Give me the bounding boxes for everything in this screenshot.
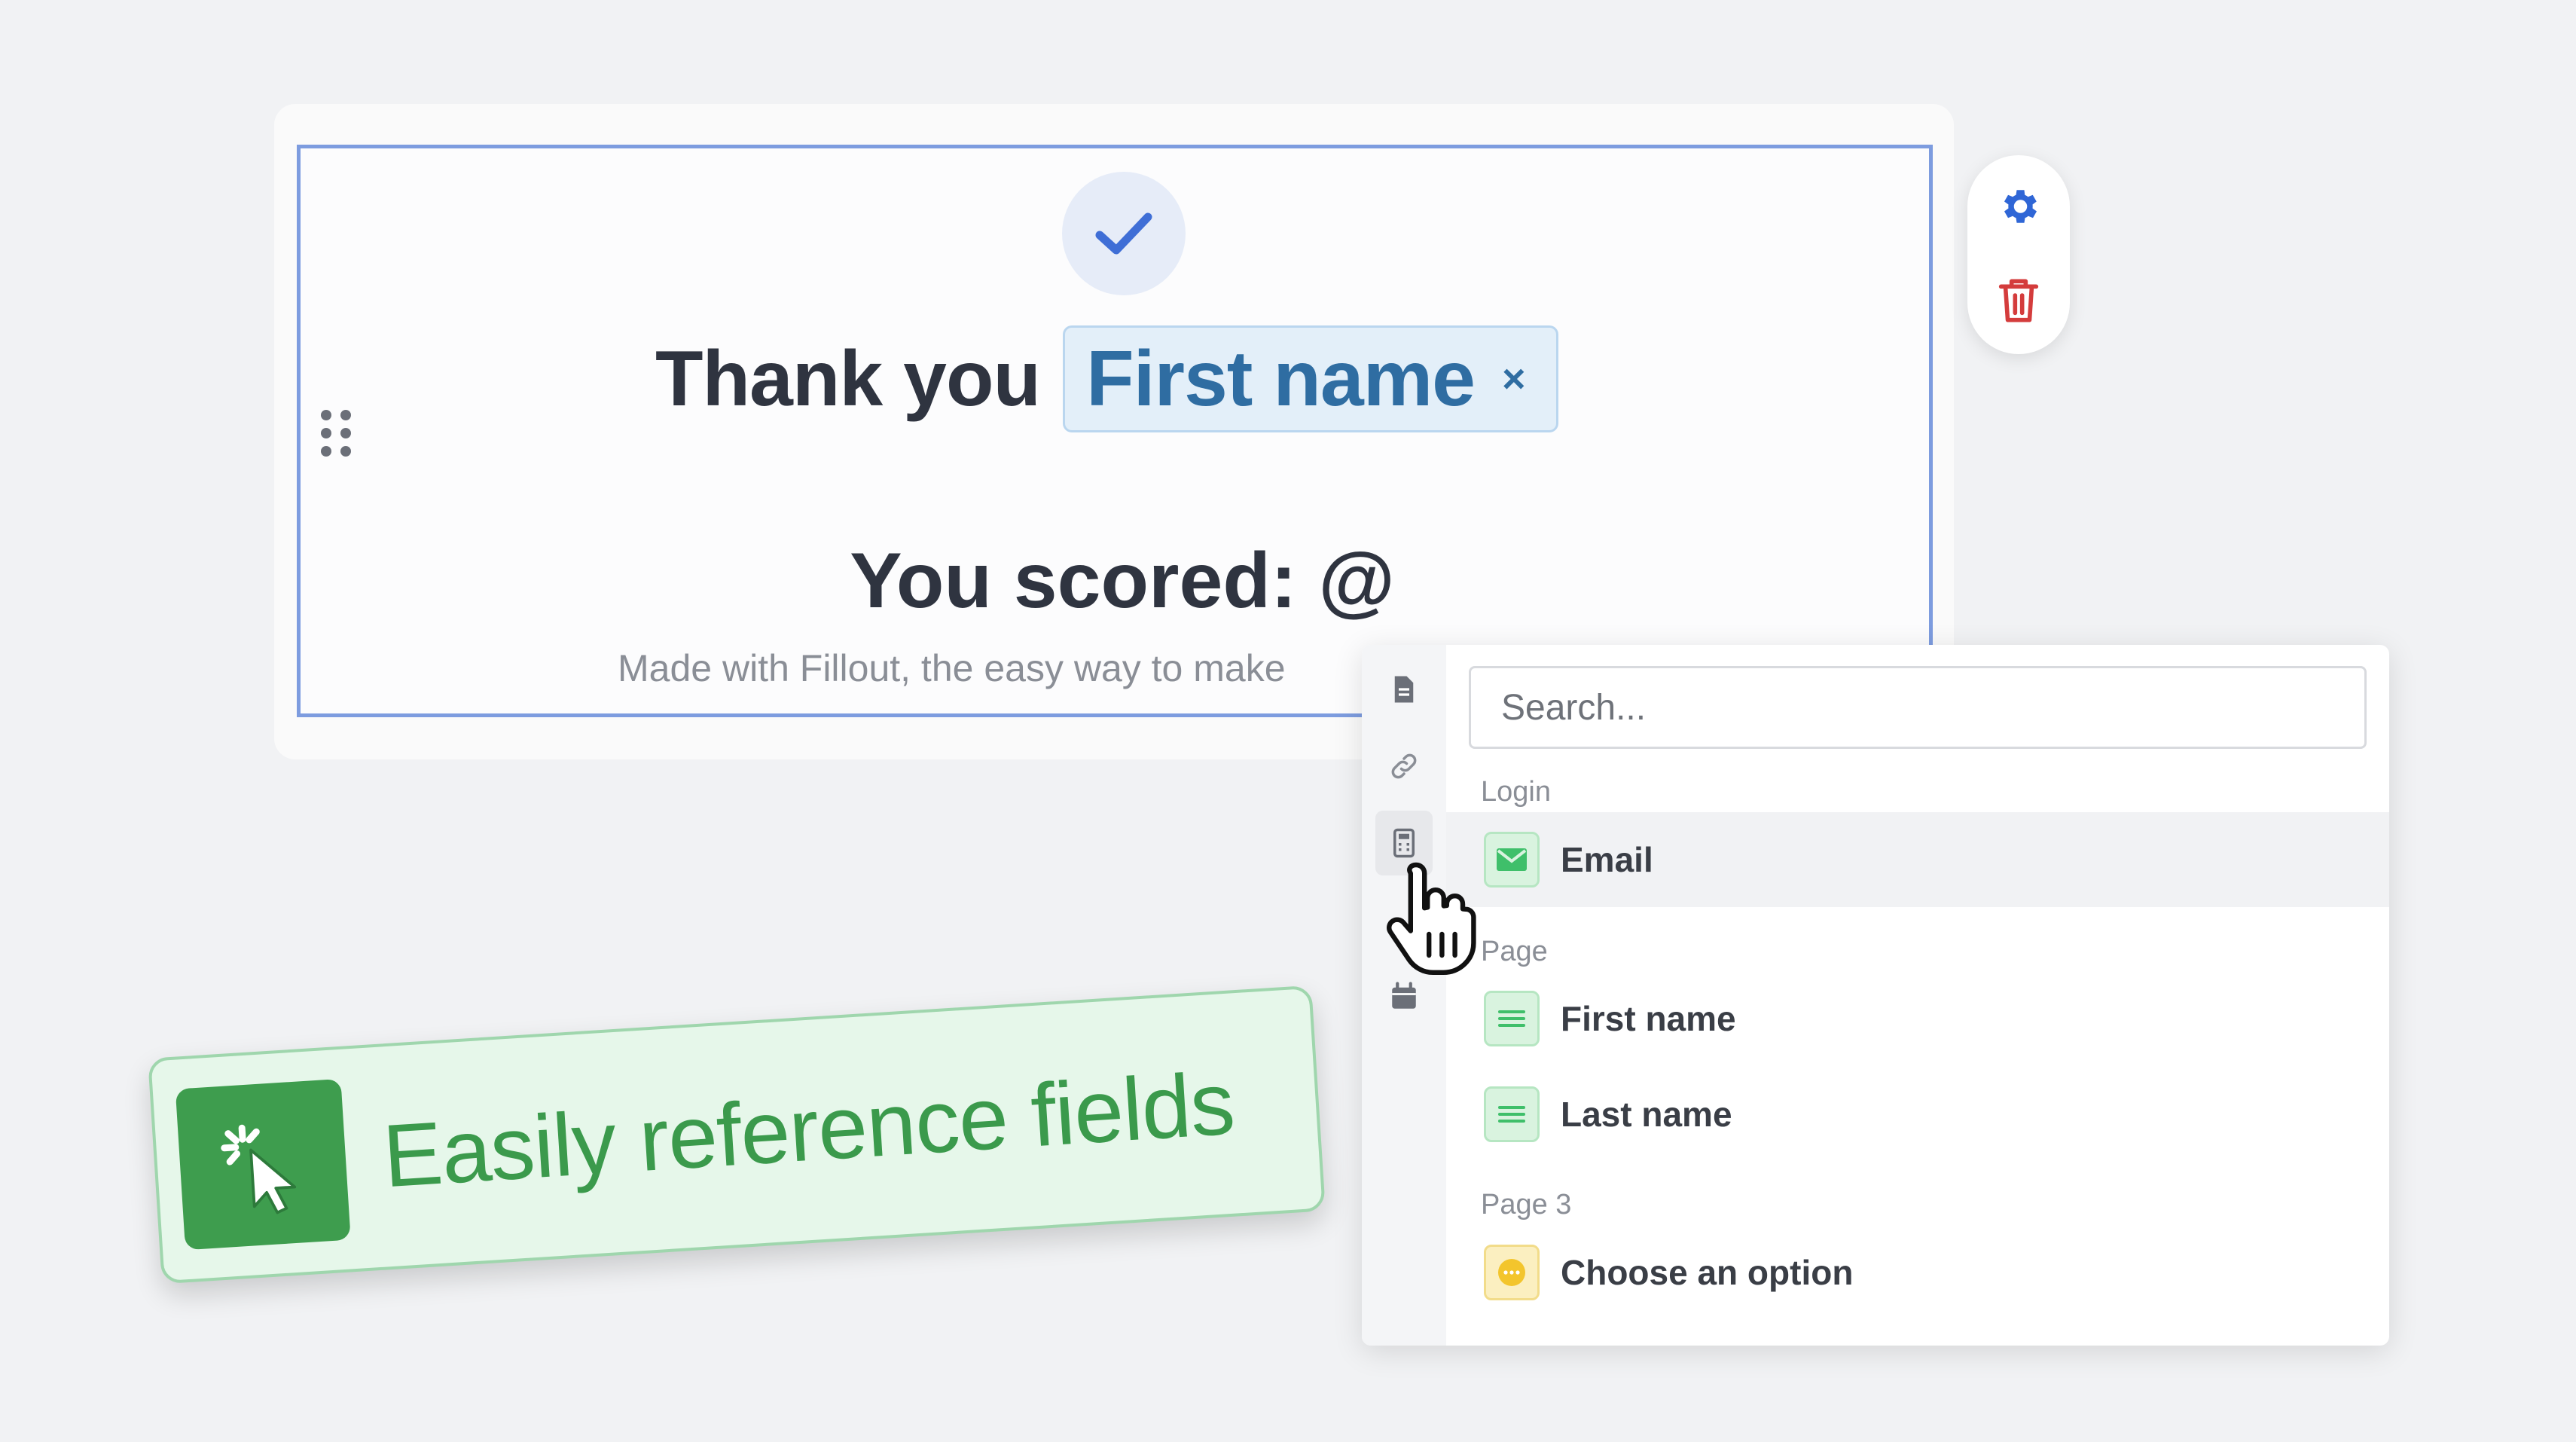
- field-option-label: First name: [1561, 999, 1736, 1038]
- drag-handle-icon[interactable]: [321, 410, 356, 457]
- heading-text: Thank you: [655, 335, 1041, 423]
- click-cursor-icon: [175, 1078, 351, 1251]
- document-icon[interactable]: [1375, 657, 1433, 722]
- field-option-label: Choose an option: [1561, 1253, 1854, 1292]
- chip-label: First name: [1086, 335, 1476, 423]
- short-text-icon: [1484, 1086, 1540, 1142]
- canvas: Thank you First name × You scored: @ Mad…: [0, 0, 2576, 1442]
- trash-icon[interactable]: [1998, 276, 2040, 325]
- envelope-icon: [1484, 832, 1540, 888]
- group-label-page: Page: [1481, 936, 1548, 967]
- hand-pointer-icon: [1387, 862, 1476, 975]
- banner-text: Easily reference fields: [380, 1053, 1238, 1207]
- field-option-first-name[interactable]: First name: [1446, 971, 2389, 1066]
- score-text[interactable]: You scored: @: [0, 536, 2245, 626]
- group-label-login: Login: [1481, 776, 1551, 808]
- field-option-choose-an-option[interactable]: Choose an option: [1446, 1225, 2389, 1320]
- search-input[interactable]: [1469, 666, 2367, 749]
- field-option-email[interactable]: Email: [1446, 812, 2389, 907]
- block-actions-toolbar: [1967, 155, 2070, 354]
- branding-text: Made with Fillout, the easy way to make: [618, 647, 1286, 689]
- gear-icon[interactable]: [1996, 184, 2041, 229]
- field-reference-chip[interactable]: First name ×: [1063, 325, 1558, 432]
- field-option-label: Email: [1561, 840, 1653, 879]
- group-label-page-3: Page 3: [1481, 1189, 1572, 1221]
- feature-banner: Easily reference fields: [148, 985, 1326, 1285]
- reference-picker-dropdown: Login Email Page First name Last name Pa…: [1362, 645, 2389, 1346]
- short-text-icon: [1484, 991, 1540, 1046]
- remove-reference-button[interactable]: ×: [1502, 356, 1526, 402]
- checkmark-icon: [1062, 172, 1186, 295]
- reference-type-rail: [1362, 645, 1446, 1346]
- dropdown-choice-icon: [1484, 1245, 1540, 1300]
- field-option-label: Last name: [1561, 1095, 1732, 1134]
- field-option-last-name[interactable]: Last name: [1446, 1067, 2389, 1162]
- link-icon[interactable]: [1375, 734, 1433, 799]
- thank-you-heading[interactable]: Thank you First name ×: [655, 324, 1558, 434]
